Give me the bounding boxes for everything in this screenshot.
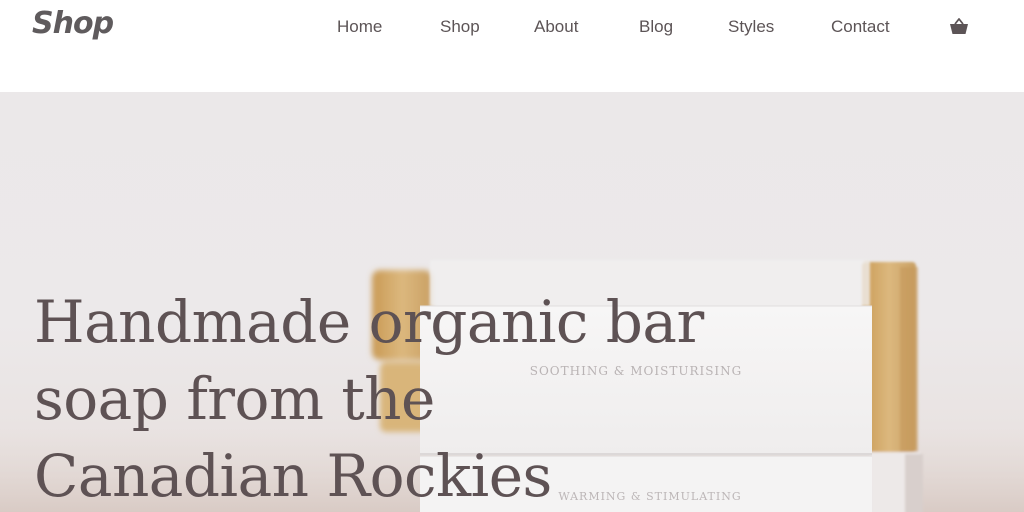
page: Shop Home Shop About Blog Styles Contact (0, 0, 1024, 512)
nav-about[interactable]: About (534, 16, 578, 38)
nav-styles[interactable]: Styles (728, 16, 774, 38)
nav-contact[interactable]: Contact (831, 16, 890, 38)
hero-banner: SOOTHING & MOISTURISING WARMING & STIMUL… (0, 92, 1024, 512)
hero-title-line-1: Handmade organic bar (34, 288, 704, 356)
cart-button[interactable] (948, 16, 970, 38)
nav-home[interactable]: Home (337, 16, 382, 38)
hero-title: Handmade organic bar soap from the Canad… (34, 284, 794, 512)
hero-title-line-2: soap from the (34, 365, 435, 433)
site-header: Shop Home Shop About Blog Styles Contact (0, 0, 1024, 92)
shopping-bag-icon (950, 18, 968, 34)
main-nav: Home Shop About Blog Styles Contact (0, 16, 1024, 38)
hero-title-line-3: Canadian Rockies (34, 442, 552, 510)
nav-shop[interactable]: Shop (440, 16, 480, 38)
nav-blog[interactable]: Blog (639, 16, 673, 38)
